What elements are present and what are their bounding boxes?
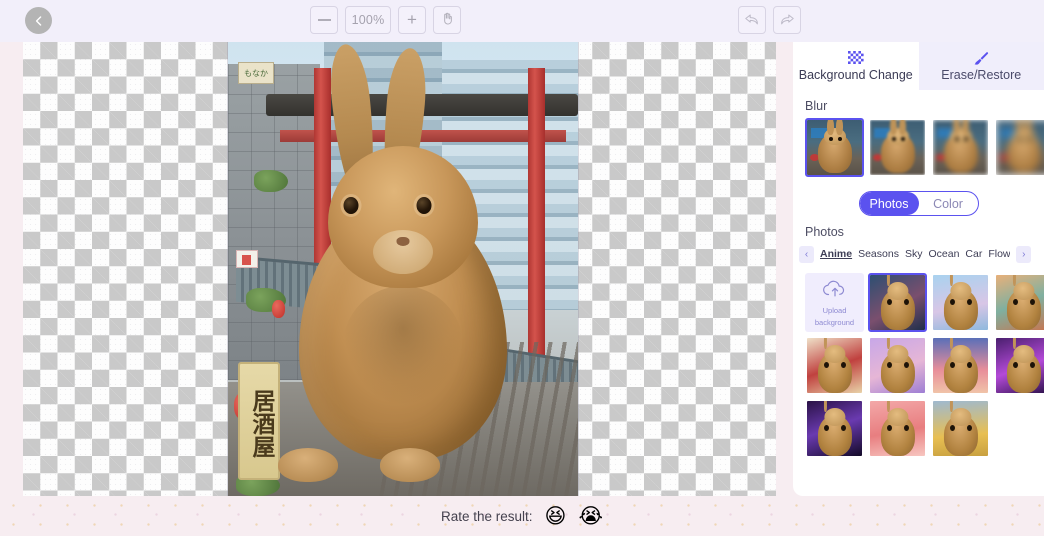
blur-option-strong[interactable] — [994, 118, 1044, 177]
mode-toggle-wrap: Photos Color — [793, 191, 1044, 216]
rate-label: Rate the result: — [441, 508, 533, 524]
tools-panel: Background Change Erase/Restore Blur Pho… — [793, 42, 1044, 496]
tab-background-change[interactable]: Background Change — [793, 42, 919, 90]
redo-button[interactable] — [773, 6, 801, 34]
category-next-button[interactable]: › — [1016, 245, 1032, 263]
category-sky[interactable]: Sky — [905, 248, 923, 260]
background-sign-izakaya: 居酒屋 — [238, 362, 280, 480]
undo-button[interactable] — [738, 6, 766, 34]
bg-thumb-anime-sky-clouds[interactable] — [931, 273, 990, 332]
bg-thumb-anime-neon-alley[interactable] — [994, 336, 1044, 395]
zoom-controls: 100% + — [310, 6, 461, 34]
bg-thumb-anime-street-night[interactable] — [868, 273, 927, 332]
bg-thumb-anime-cyber-night[interactable] — [805, 399, 864, 458]
brush-icon — [973, 51, 989, 66]
zoom-out-button[interactable] — [310, 6, 338, 34]
bg-thumb-anime-dusk-field[interactable] — [931, 336, 990, 395]
chevron-left-icon — [33, 15, 45, 27]
panel-tabs: Background Change Erase/Restore — [793, 42, 1044, 90]
category-ocean[interactable]: Ocean — [928, 248, 959, 260]
category-anime[interactable]: Anime — [820, 248, 852, 260]
photos-section-label: Photos — [805, 225, 844, 239]
background-sign-red — [236, 250, 258, 268]
category-car[interactable]: Car — [965, 248, 982, 260]
bg-thumb-anime-golden-field[interactable] — [931, 399, 990, 458]
background-thumbnail-grid: Upload background — [793, 264, 1044, 458]
upload-label-line1: Upload — [822, 306, 847, 315]
bg-thumb-anime-pink-city[interactable] — [868, 336, 927, 395]
bg-thumb-anime-pink-mountain[interactable] — [868, 399, 927, 458]
blur-section-label: Blur — [805, 99, 828, 113]
zoom-in-button[interactable]: + — [398, 6, 426, 34]
top-toolbar: 100% + — [0, 0, 1044, 42]
tab-erase-restore[interactable]: Erase/Restore — [918, 42, 1044, 90]
pan-hand-button[interactable] — [433, 6, 461, 34]
rating-bar: Rate the result: 😆 😭 — [0, 496, 1044, 536]
hand-icon — [440, 11, 455, 29]
bg-thumb-anime-red-room[interactable] — [805, 336, 864, 395]
tab-background-change-label: Background Change — [798, 67, 913, 82]
blur-options — [793, 118, 1044, 177]
cloud-upload-icon — [822, 278, 848, 303]
background-lantern-1 — [272, 300, 285, 318]
category-prev-button[interactable]: ‹ — [799, 245, 814, 263]
blur-option-medium[interactable] — [931, 118, 990, 177]
rate-sad-button[interactable]: 😭 — [578, 505, 603, 527]
category-tabs: ‹ Anime Seasons Sky Ocean Car Flow › — [793, 244, 1044, 264]
category-seasons[interactable]: Seasons — [858, 248, 899, 260]
toggle-photos[interactable]: Photos — [859, 192, 919, 215]
photos-color-toggle: Photos Color — [858, 191, 979, 216]
toggle-color[interactable]: Color — [919, 192, 978, 215]
rate-happy-button[interactable]: 😆 — [545, 505, 567, 527]
back-button[interactable] — [25, 7, 52, 34]
upload-background-button[interactable]: Upload background — [805, 273, 864, 332]
composited-image[interactable]: もなか 居酒屋 — [228, 42, 578, 496]
redo-arrow-icon — [779, 12, 795, 29]
history-controls — [738, 6, 801, 34]
checkerboard-icon — [847, 51, 864, 66]
blur-option-light[interactable] — [868, 118, 927, 177]
category-flowers[interactable]: Flow — [988, 248, 1010, 260]
zoom-level-display[interactable]: 100% — [345, 6, 391, 34]
blur-option-none[interactable] — [805, 118, 864, 177]
upload-label-line2: background — [814, 318, 855, 327]
undo-arrow-icon — [744, 12, 760, 29]
background-sign-small: もなか — [238, 62, 274, 84]
background-foliage-1 — [254, 170, 288, 192]
bg-thumb-anime-temple-sunset[interactable] — [994, 273, 1044, 332]
editor-canvas[interactable]: もなか 居酒屋 — [23, 42, 776, 496]
tab-erase-restore-label: Erase/Restore — [941, 67, 1022, 82]
